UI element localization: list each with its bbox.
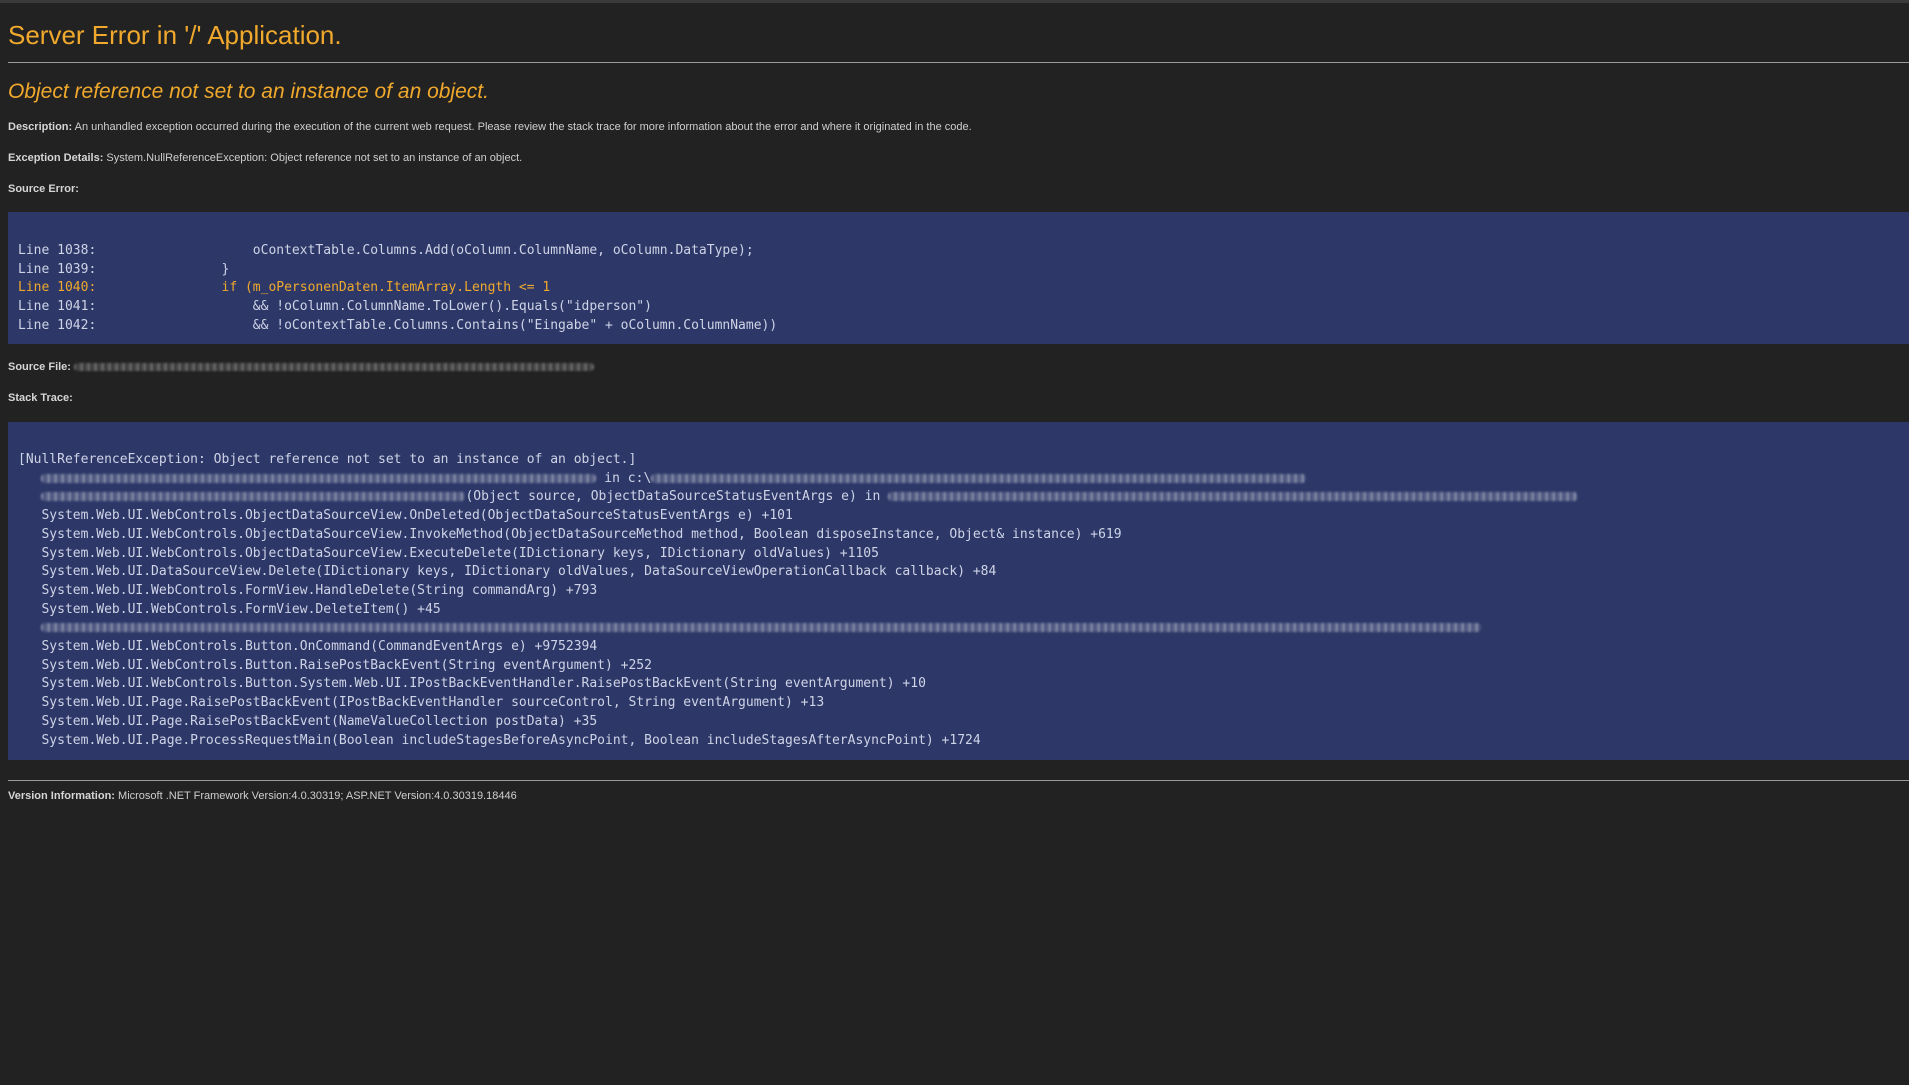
stack-trace-line: System.Web.UI.WebControls.FormView.Handl… [18,582,598,598]
stack-trace-line: System.Web.UI.Page.RaisePostBackEvent(Na… [18,713,598,729]
redacted-text [888,492,1579,502]
stack-trace-line: in c:\ [18,470,1909,489]
redacted-text [651,473,1307,483]
source-line-error: Line 1040: if (m_oPersonenDaten.ItemArra… [18,280,551,296]
stack-trace-line: System.Web.UI.WebControls.ObjectDataSour… [18,545,879,561]
description-label: Description: [8,121,73,133]
stack-trace-line: System.Web.UI.WebControls.Button.RaisePo… [18,657,652,673]
stack-trace-line: System.Web.UI.WebControls.ObjectDataSour… [18,508,793,524]
source-line: Line 1042: && !oContextTable.Columns.Con… [18,317,778,333]
source-file-line: Source File: [8,361,595,373]
redacted-text [41,623,1482,633]
stack-trace-exception-line: [NullReferenceException: Object referenc… [18,452,637,467]
source-file-label: Source File: [8,361,71,373]
stack-trace-line: System.Web.UI.Page.ProcessRequestMain(Bo… [18,732,981,748]
page-title: Server Error in '/' Application. [8,20,342,50]
stack-trace-line-text: in c:\ [596,470,652,486]
stack-trace-line: System.Web.UI.WebControls.Button.System.… [18,676,926,692]
source-line: Line 1041: && !oColumn.ColumnName.ToLowe… [18,299,652,315]
top-border [0,0,1909,3]
stack-trace-line: System.Web.UI.DataSourceView.Delete(IDic… [18,564,997,580]
description-line: Description: An unhandled exception occu… [8,121,972,133]
version-info-label: Version Information: [8,790,115,802]
description-text: An unhandled exception occurred during t… [74,121,972,133]
version-info-line: Version Information: Microsoft .NET Fram… [8,790,517,802]
exception-details-line: Exception Details: System.NullReferenceE… [8,152,522,164]
redacted-text [41,473,597,483]
source-line: Line 1038: oContextTable.Columns.Add(oCo… [18,243,754,258]
stack-trace-line: System.Web.UI.WebControls.ObjectDataSour… [18,526,1122,542]
redacted-text [41,492,466,502]
stack-trace-line: (Object source, ObjectDataSourceStatusEv… [18,488,1909,507]
stack-trace-line: System.Web.UI.Page.RaisePostBackEvent(IP… [18,695,825,711]
exception-details-text: System.NullReferenceException: Object re… [106,152,523,164]
exception-details-label: Exception Details: [8,152,104,164]
source-error-label: Source Error: [8,183,79,195]
footer-divider [8,780,1909,781]
stack-trace-line-text: (Object source, ObjectDataSourceStatusEv… [465,489,889,505]
exception-message: Object reference not set to an instance … [8,80,489,103]
stack-trace-line: System.Web.UI.WebControls.Button.OnComma… [18,639,598,655]
stack-trace-line: System.Web.UI.WebControls.FormView.Delet… [18,601,441,617]
stack-trace-line [18,619,1909,638]
title-divider [8,62,1909,63]
source-error-heading: Source Error: [8,183,79,195]
redacted-source-path [74,363,595,372]
stack-trace-label: Stack Trace: [8,392,73,404]
stack-trace-heading: Stack Trace: [8,392,73,404]
stack-trace-code-block: [NullReferenceException: Object referenc… [8,422,1909,760]
source-line: Line 1039: } [18,261,230,277]
version-info-text: Microsoft .NET Framework Version:4.0.303… [118,790,517,802]
source-error-code-block: Line 1038: oContextTable.Columns.Add(oCo… [8,212,1909,344]
